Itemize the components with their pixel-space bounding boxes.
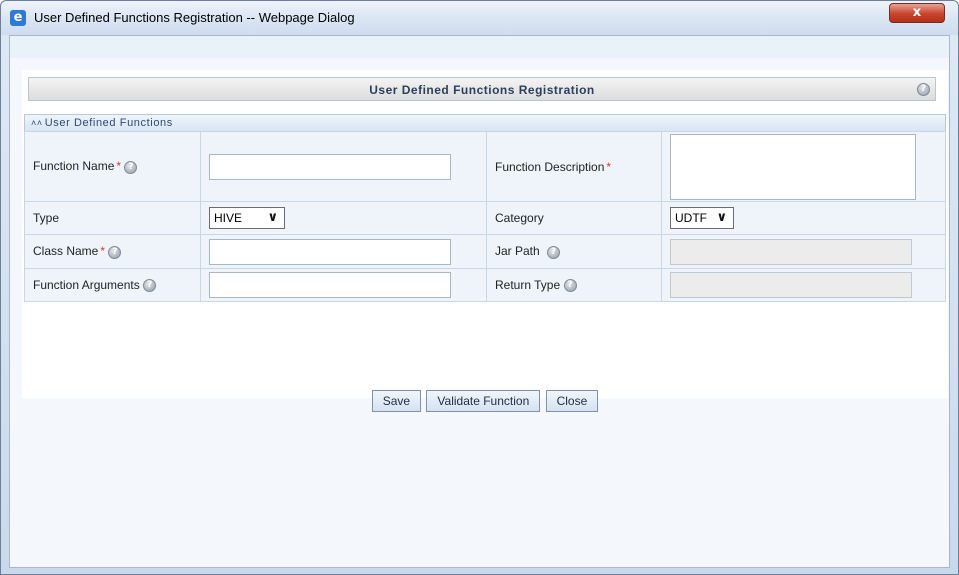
- window-close-button[interactable]: x: [889, 3, 945, 23]
- category-select[interactable]: UDTF ∨: [670, 207, 734, 229]
- return-type-label: Return Type: [495, 277, 561, 292]
- ie-icon: e: [10, 10, 26, 26]
- return-type-input: [670, 272, 912, 298]
- function-name-label: Function Name: [33, 159, 115, 174]
- udf-form-table: Function Name* ? Function Description*: [24, 131, 946, 302]
- category-label: Category: [495, 211, 544, 225]
- window-title: User Defined Functions Registration -- W…: [34, 10, 355, 25]
- page-title: User Defined Functions Registration: [369, 83, 595, 97]
- type-selected-value: HIVE: [214, 211, 243, 225]
- function-arguments-input[interactable]: [209, 272, 451, 298]
- required-marker: *: [100, 244, 106, 259]
- help-icon[interactable]: ?: [143, 279, 157, 293]
- class-name-label: Class Name: [33, 244, 99, 259]
- jar-path-label: Jar Path: [495, 244, 540, 259]
- form-panel: User Defined Functions Registration ? ˄˄…: [22, 70, 948, 412]
- class-name-input[interactable]: [209, 238, 451, 265]
- chevron-down-icon: ∨: [716, 210, 727, 225]
- chevron-down-icon: ∨: [267, 210, 278, 225]
- help-icon[interactable]: ?: [108, 245, 122, 259]
- help-icon[interactable]: ?: [563, 279, 577, 293]
- function-arguments-label: Function Arguments: [33, 277, 140, 292]
- help-icon[interactable]: ?: [917, 83, 930, 96]
- required-marker: *: [116, 159, 122, 174]
- function-name-input[interactable]: [209, 153, 451, 180]
- type-label: Type: [33, 211, 60, 225]
- save-button[interactable]: Save: [371, 390, 422, 412]
- type-select[interactable]: HIVE ∨: [209, 207, 285, 229]
- help-icon[interactable]: ?: [124, 160, 138, 174]
- help-icon[interactable]: ?: [547, 245, 561, 259]
- page-header: User Defined Functions Registration ?: [28, 77, 936, 101]
- collapse-chevron-icon[interactable]: ˄˄: [31, 118, 43, 128]
- dialog-window: e User Defined Functions Registration --…: [0, 0, 959, 575]
- function-description-textarea[interactable]: [670, 133, 916, 200]
- function-name-label-cell: Function Name * ?: [24, 131, 201, 202]
- category-selected-value: UDTF: [675, 211, 707, 225]
- section-title: User Defined Functions: [44, 117, 173, 129]
- title-bar[interactable]: e User Defined Functions Registration --…: [1, 1, 958, 35]
- close-button[interactable]: Close: [545, 390, 599, 412]
- function-description-label: Function Description: [495, 159, 605, 174]
- required-marker: *: [606, 159, 612, 174]
- button-row: Save Validate Function Close: [22, 390, 948, 412]
- dialog-client-area: User Defined Functions Registration ? ˄˄…: [9, 35, 950, 568]
- validate-function-button[interactable]: Validate Function: [426, 390, 541, 412]
- top-band: [10, 36, 949, 58]
- section-header[interactable]: ˄˄ User Defined Functions: [24, 114, 946, 131]
- jar-path-input: [670, 238, 912, 265]
